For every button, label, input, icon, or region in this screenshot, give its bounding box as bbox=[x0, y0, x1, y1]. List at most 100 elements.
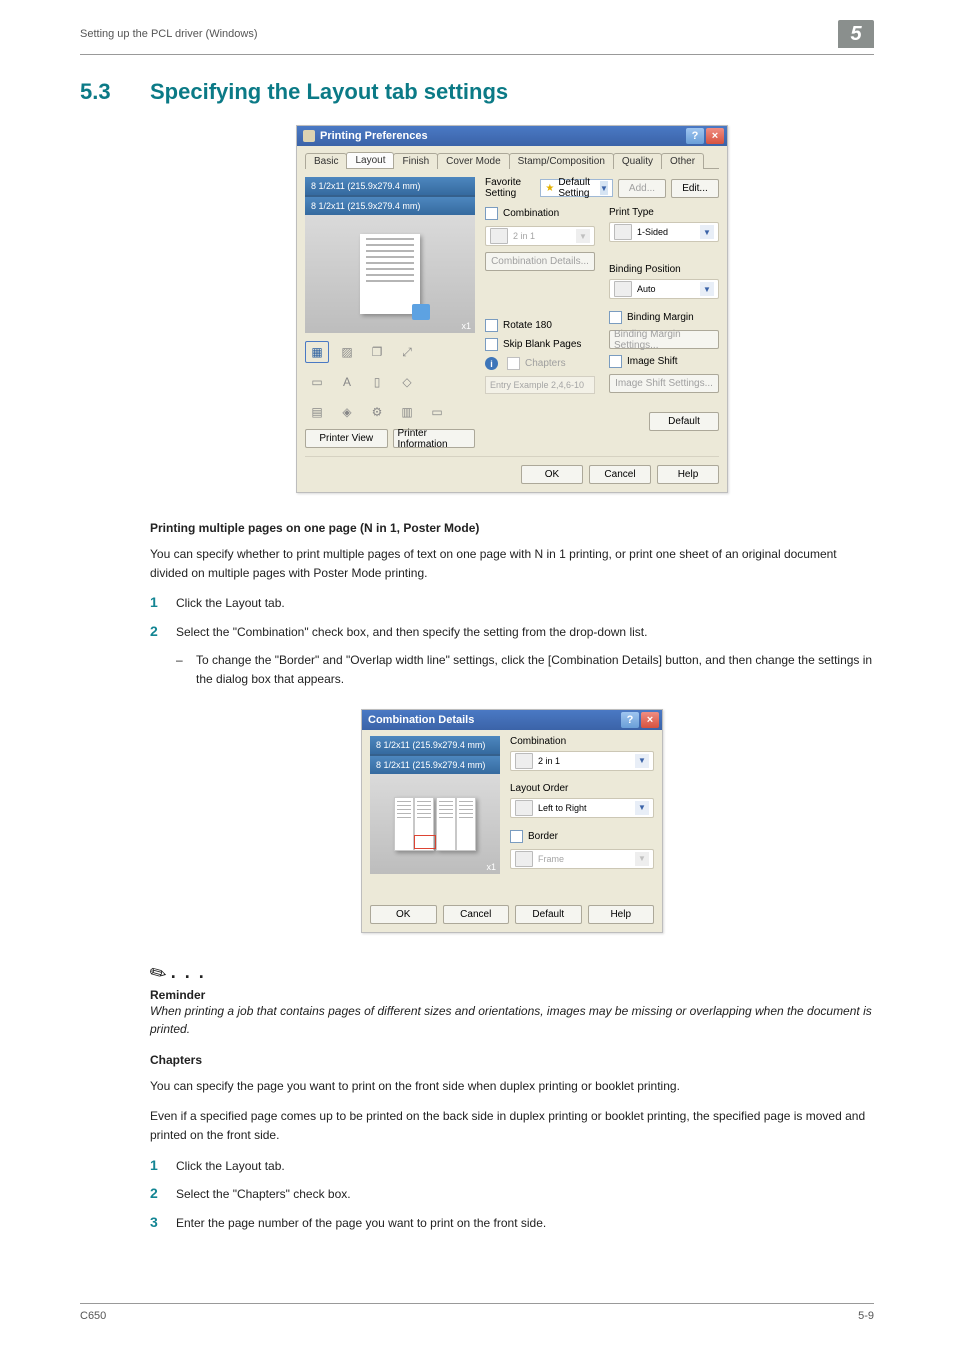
subsection-heading: Printing multiple pages on one page (N i… bbox=[150, 521, 874, 535]
body-text: Even if a specified page comes up to be … bbox=[150, 1107, 874, 1144]
preview-icon[interactable]: ▤ bbox=[305, 401, 329, 423]
preview-icon[interactable]: ▨ bbox=[335, 341, 359, 363]
preview-icon[interactable]: ▭ bbox=[425, 401, 449, 423]
zoom-indicator: x1 bbox=[461, 321, 471, 331]
page-preview: x1 bbox=[370, 774, 500, 874]
tab-finish[interactable]: Finish bbox=[393, 153, 438, 169]
chapters-checkbox[interactable]: iChapters bbox=[485, 357, 595, 370]
reminder-text: When printing a job that contains pages … bbox=[150, 1002, 874, 1039]
help-button[interactable]: Help bbox=[657, 465, 719, 484]
add-button[interactable]: Add... bbox=[618, 179, 666, 198]
help-button[interactable]: ? bbox=[686, 128, 704, 144]
combination-value: 2 in 1 bbox=[513, 231, 571, 241]
preview-icon[interactable]: ◈ bbox=[335, 401, 359, 423]
dialog-icon bbox=[303, 130, 315, 142]
footer-page-number: 5-9 bbox=[858, 1310, 874, 1322]
combination-checkbox[interactable]: Combination bbox=[485, 207, 595, 220]
dialog-title: Combination Details bbox=[368, 714, 619, 726]
printer-view-button[interactable]: Printer View bbox=[305, 429, 388, 448]
preview-icon[interactable]: ❐ bbox=[365, 341, 389, 363]
cancel-button[interactable]: Cancel bbox=[589, 465, 651, 484]
tab-basic[interactable]: Basic bbox=[305, 153, 347, 169]
step-text: Click the Layout tab. bbox=[176, 1157, 874, 1176]
favorite-select[interactable]: ★Default Setting▼ bbox=[540, 179, 613, 197]
print-type-select[interactable]: 1-Sided▼ bbox=[609, 222, 719, 242]
step-number: 1 bbox=[150, 594, 176, 610]
body-text: You can specify the page you want to pri… bbox=[150, 1077, 874, 1096]
help-button[interactable]: Help bbox=[588, 905, 655, 924]
tab-layout[interactable]: Layout bbox=[346, 152, 394, 168]
binding-position-value: Auto bbox=[637, 284, 695, 294]
binding-position-select[interactable]: Auto▼ bbox=[609, 279, 719, 299]
step-number: 2 bbox=[150, 1185, 176, 1201]
print-type-value: 1-Sided bbox=[637, 227, 695, 237]
paper-size-in: 8 1/2x11 (215.9x279.4 mm) bbox=[305, 177, 475, 195]
rotate-checkbox[interactable]: Rotate 180 bbox=[485, 319, 595, 332]
favorite-label: Favorite Setting bbox=[485, 177, 535, 199]
combination-details-button[interactable]: Combination Details... bbox=[485, 252, 595, 271]
image-shift-settings-button[interactable]: Image Shift Settings... bbox=[609, 374, 719, 393]
default-button[interactable]: Default bbox=[515, 905, 582, 924]
tab-strip: Basic Layout Finish Cover Mode Stamp/Com… bbox=[305, 152, 719, 169]
close-button[interactable]: × bbox=[706, 128, 724, 144]
paper-size-in: 8 1/2x11 (215.9x279.4 mm) bbox=[370, 736, 500, 754]
help-button[interactable]: ? bbox=[621, 712, 639, 728]
combination-label: Combination bbox=[503, 208, 559, 219]
printer-info-button[interactable]: Printer Information bbox=[393, 429, 476, 448]
binding-margin-settings-button[interactable]: Binding Margin Settings... bbox=[609, 330, 719, 349]
step-text: Select the "Chapters" check box. bbox=[176, 1185, 874, 1204]
combination-label: Combination bbox=[510, 736, 654, 747]
border-label: Border bbox=[528, 831, 558, 842]
tab-stamp[interactable]: Stamp/Composition bbox=[509, 153, 614, 169]
sub-bullet-text: To change the "Border" and "Overlap widt… bbox=[196, 651, 874, 688]
preview-icon[interactable]: ▭ bbox=[305, 371, 329, 393]
preview-icon[interactable]: ◇ bbox=[395, 371, 419, 393]
binding-margin-label: Binding Margin bbox=[627, 312, 694, 323]
zoom-indicator: x1 bbox=[486, 862, 496, 872]
ok-button[interactable]: OK bbox=[370, 905, 437, 924]
default-button[interactable]: Default bbox=[649, 412, 719, 431]
preview-icon[interactable]: A bbox=[335, 371, 359, 393]
frame-value: Frame bbox=[538, 854, 630, 864]
binding-margin-checkbox[interactable]: Binding Margin bbox=[609, 311, 719, 324]
close-button[interactable]: × bbox=[641, 712, 659, 728]
tab-cover-mode[interactable]: Cover Mode bbox=[437, 153, 509, 169]
step-text: Enter the page number of the page you wa… bbox=[176, 1214, 874, 1233]
dialog-title: Printing Preferences bbox=[320, 130, 684, 142]
preview-icon[interactable]: ⚙ bbox=[365, 401, 389, 423]
border-checkbox[interactable]: Border bbox=[510, 830, 654, 843]
combination-select[interactable]: 2 in 1▼ bbox=[485, 226, 595, 246]
edit-button[interactable]: Edit... bbox=[671, 179, 719, 198]
favorite-value: Default Setting bbox=[558, 177, 596, 199]
paper-size-out: 8 1/2x11 (215.9x279.4 mm) bbox=[305, 197, 475, 215]
step-number: 3 bbox=[150, 1214, 176, 1230]
tab-other[interactable]: Other bbox=[661, 153, 704, 169]
reminder-icon: ✎ bbox=[145, 958, 172, 988]
skip-blank-label: Skip Blank Pages bbox=[503, 339, 581, 350]
tab-quality[interactable]: Quality bbox=[613, 153, 662, 169]
step-number: 1 bbox=[150, 1157, 176, 1173]
image-shift-checkbox[interactable]: Image Shift bbox=[609, 355, 719, 368]
layout-order-label: Layout Order bbox=[510, 783, 654, 794]
ok-button[interactable]: OK bbox=[521, 465, 583, 484]
layout-order-value: Left to Right bbox=[538, 803, 630, 813]
sub-bullet: – To change the "Border" and "Overlap wi… bbox=[176, 651, 874, 688]
layout-order-select[interactable]: Left to Right▼ bbox=[510, 798, 654, 818]
step-text: Select the "Combination" check box, and … bbox=[176, 623, 874, 642]
body-text: You can specify whether to print multipl… bbox=[150, 545, 874, 582]
subsection-heading: Chapters bbox=[150, 1053, 874, 1067]
preview-icon[interactable]: ▯ bbox=[365, 371, 389, 393]
section-title: Specifying the Layout tab settings bbox=[150, 79, 508, 105]
preview-icon[interactable]: ▦ bbox=[305, 341, 329, 363]
cancel-button[interactable]: Cancel bbox=[443, 905, 510, 924]
page-preview: x1 bbox=[305, 215, 475, 333]
printing-preferences-dialog: Printing Preferences ? × Basic Layout Fi… bbox=[296, 125, 728, 493]
preview-icon[interactable]: ▥ bbox=[395, 401, 419, 423]
skip-blank-checkbox[interactable]: Skip Blank Pages bbox=[485, 338, 595, 351]
chapter-badge: 5 bbox=[838, 20, 874, 48]
paper-size-out: 8 1/2x11 (215.9x279.4 mm) bbox=[370, 756, 500, 774]
footer-model: C650 bbox=[80, 1310, 106, 1322]
preview-icon[interactable]: ⤢ bbox=[395, 341, 419, 363]
combination-select[interactable]: 2 in 1▼ bbox=[510, 751, 654, 771]
frame-select[interactable]: Frame▼ bbox=[510, 849, 654, 869]
